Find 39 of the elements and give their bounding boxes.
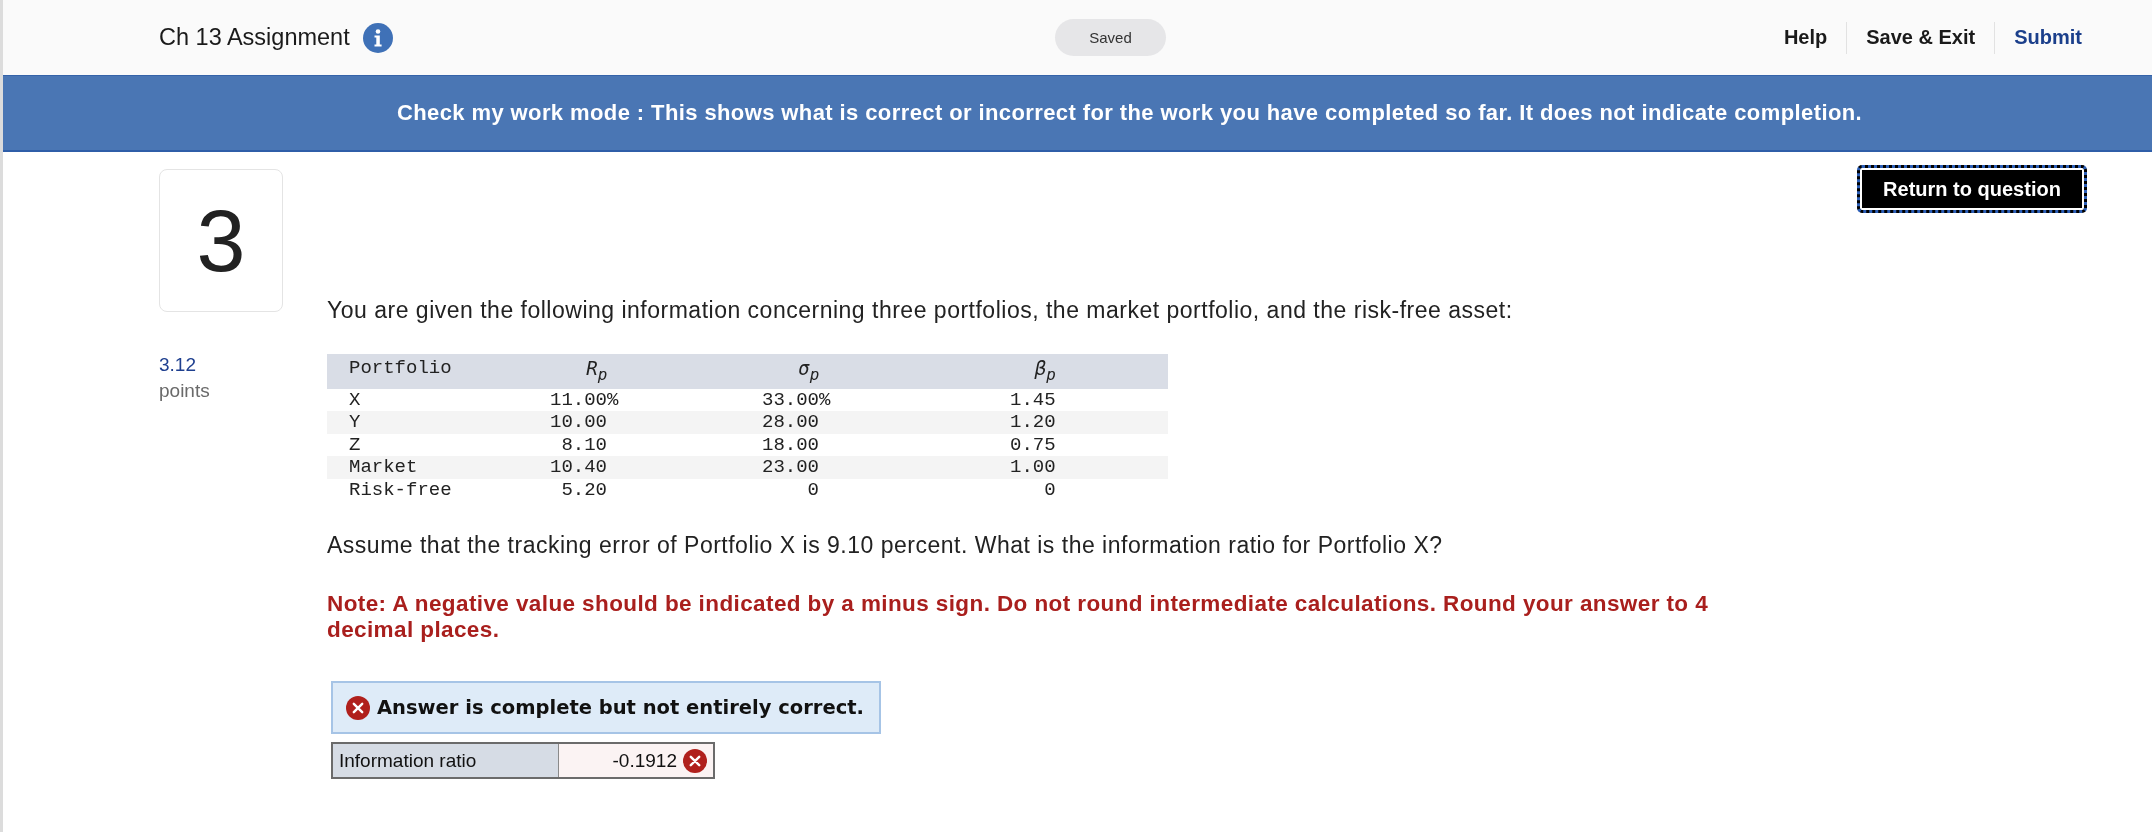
table-cell: 10.40 bbox=[550, 456, 607, 479]
column-header: σ$_{p}$ bbox=[797, 357, 820, 386]
points-value: 3.12 bbox=[159, 354, 196, 376]
table-cell: Z bbox=[349, 433, 361, 457]
banner-text: Check my work mode : This shows what is correct or incorrect for the work you have completed so far. It does not indicate completion. bbox=[396, 100, 1863, 126]
info-icon[interactable] bbox=[362, 22, 393, 53]
table-cell: 28.00 bbox=[762, 411, 819, 434]
table-cell: 1.20 bbox=[1010, 411, 1056, 434]
answer-status-text: Answer is complete but not entirely correct. bbox=[377, 696, 864, 720]
table-cell: X bbox=[349, 388, 361, 412]
table-cell: 18.00 bbox=[762, 433, 819, 457]
return-to-question-button[interactable]: Return to question bbox=[1857, 165, 2087, 213]
table-cell-text: 8.10 bbox=[560, 433, 607, 457]
table-cell: 1.00 bbox=[1010, 456, 1056, 479]
assignment-title: Ch 13 Assignment bbox=[159, 24, 350, 51]
table-cell: 11.00% bbox=[550, 388, 619, 412]
question-text: Assume that the tracking error of Portfolio X is 9.10 percent. What is the information ratio for Portfolio X? bbox=[327, 531, 1443, 561]
table-cell: Risk-free bbox=[349, 478, 452, 502]
table-cell: 23.00 bbox=[762, 456, 819, 479]
question-number: 3 bbox=[159, 169, 283, 312]
table-cell-text: 5.20 bbox=[560, 478, 607, 502]
points-label: points bbox=[159, 380, 210, 402]
table-cell: 10.00 bbox=[550, 411, 607, 434]
saved-status: Saved bbox=[1055, 19, 1166, 56]
question-text: You are given the following information concerning three portfolios, the market portfolio, and the risk-free asset: bbox=[327, 296, 1513, 325]
header-link[interactable]: Help bbox=[1764, 20, 1847, 55]
header-link[interactable]: Submit bbox=[1995, 20, 2082, 55]
column-header: β$_{p}$ bbox=[1033, 357, 1056, 386]
rounding-note: Note: A negative value should be indicated by a minus sign. Do not round intermediate calculations. Round your answer to 4 decimal places. bbox=[327, 591, 1710, 644]
table-cell: Market bbox=[349, 456, 418, 479]
column-header: Portfolio bbox=[349, 357, 452, 381]
table-cell: 33.00% bbox=[762, 388, 831, 412]
table-cell-text: 0 bbox=[1043, 478, 1056, 502]
header-link[interactable]: Save & Exit bbox=[1847, 20, 1995, 55]
table-cell-text: 0 bbox=[806, 478, 819, 502]
table-cell: 0.75 bbox=[1010, 433, 1056, 457]
table-cell: Y bbox=[349, 411, 361, 434]
column-header: R$_{p}$ bbox=[585, 357, 608, 386]
table-cell: 1.45 bbox=[1010, 388, 1056, 412]
